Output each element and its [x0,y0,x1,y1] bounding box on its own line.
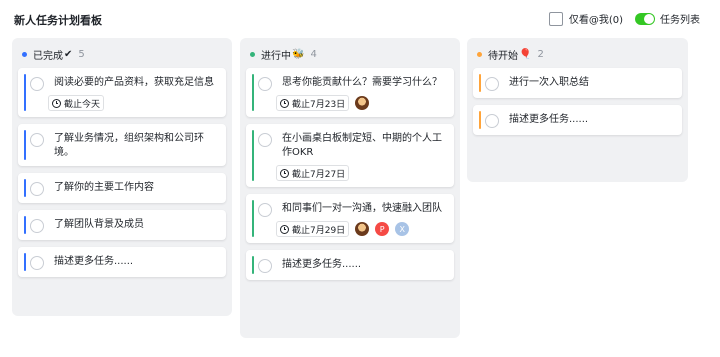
board-title: 新人任务计划看板 [14,14,102,27]
column-done: 已完成 ✔ 5 阅读必要的产品资料，获取充足信息 截止今天 了解业务情况，组织架… [12,38,232,316]
task-card[interactable]: 描述更多任务...... [473,105,682,135]
only-mine-checkbox[interactable] [548,11,563,26]
complete-checkbox[interactable] [258,203,272,217]
column-todo: 待开始 🎈 2 进行一次入职总结 描述更多任务...... [467,38,688,182]
avatar[interactable]: P [375,222,390,236]
task-text: 描述更多任务...... [54,256,134,267]
balloon-icon: 🎈 [519,48,532,60]
task-text: 了解业务情况，组织架构和公司环境。 [54,133,204,158]
column-title: 进行中 [261,50,291,62]
complete-checkbox[interactable] [258,133,272,147]
task-text: 思考你能贡献什么？需要学习什么？ [282,77,442,88]
task-card[interactable]: 描述更多任务...... [18,247,226,277]
task-text: 描述更多任务...... [282,259,362,270]
card-status-bar [24,216,26,234]
due-date-text: 截止7月27日 [292,169,346,180]
status-dot [22,51,27,57]
complete-checkbox[interactable] [485,77,499,91]
task-list-label[interactable]: 任务列表 [660,11,700,26]
column-count: 5 [78,48,85,60]
card-status-bar [24,74,26,111]
due-date-tag[interactable]: 截止7月27日 [276,165,350,181]
complete-checkbox[interactable] [485,114,499,128]
task-meta: 截止今天 [48,95,218,111]
due-date-tag[interactable]: 截止7月23日 [276,95,350,111]
task-card[interactable]: 和同事们一对一沟通，快速融入团队 截止7月29日 P X [246,194,454,243]
task-card[interactable]: 阅读必要的产品资料，获取充足信息 截止今天 [18,68,226,117]
card-status-bar [252,200,254,237]
clock-icon [52,98,61,108]
card-status-bar [24,253,26,271]
column-count: 2 [537,48,544,60]
bee-icon: 🐝 [292,48,305,60]
clock-icon [280,224,289,234]
check-mark-icon: ✔ [64,48,73,60]
card-status-bar [252,74,254,111]
task-card[interactable]: 思考你能贡献什么？需要学习什么？ 截止7月23日 [246,68,454,117]
clock-icon [280,168,289,178]
only-mine-label[interactable]: 仅看@我(0) [569,11,623,26]
card-status-bar [24,130,26,160]
view-controls: 仅看@我(0) 任务列表 [548,11,700,26]
task-card[interactable]: 进行一次入职总结 [473,68,682,98]
clock-icon [280,98,289,108]
status-dot [477,51,482,57]
due-date-text: 截止7月29日 [292,225,346,236]
complete-checkbox[interactable] [30,219,44,233]
task-card[interactable]: 了解你的主要工作内容 [18,173,226,203]
task-text: 了解你的主要工作内容 [54,182,154,193]
due-date-tag[interactable]: 截止今天 [48,95,105,111]
status-dot [250,51,255,57]
card-status-bar [252,256,254,274]
task-text: 了解团队背景及成员 [54,219,144,230]
complete-checkbox[interactable] [30,256,44,270]
complete-checkbox[interactable] [30,182,44,196]
task-text: 在小画桌白板制定短、中期的个人工作OKR [282,133,442,158]
card-status-bar [24,179,26,197]
avatar[interactable] [355,96,370,110]
complete-checkbox[interactable] [258,77,272,91]
task-card[interactable]: 描述更多任务...... [246,250,454,280]
card-status-bar [479,111,481,129]
column-title: 待开始 [488,50,518,62]
column-header-in-progress: 进行中 🐝 4 [250,46,454,62]
due-date-text: 截止7月23日 [292,99,346,110]
task-card[interactable]: 了解团队背景及成员 [18,210,226,240]
card-status-bar [479,74,481,92]
avatar[interactable]: X [395,222,410,236]
column-header-todo: 待开始 🎈 2 [477,46,682,62]
due-date-text: 截止今天 [64,99,101,110]
complete-checkbox[interactable] [30,77,44,91]
task-text: 阅读必要的产品资料，获取充足信息 [54,77,214,88]
task-list-toggle[interactable] [635,12,655,25]
column-header-done: 已完成 ✔ 5 [22,46,226,62]
complete-checkbox[interactable] [258,259,272,273]
task-text: 进行一次入职总结 [509,77,589,88]
task-meta: 截止7月29日 P X [276,221,446,237]
task-meta: 截止7月27日 [276,165,446,181]
task-text: 描述更多任务...... [509,114,589,125]
task-text: 和同事们一对一沟通，快速融入团队 [282,203,442,214]
task-card[interactable]: 在小画桌白板制定短、中期的个人工作OKR 截止7月27日 [246,124,454,187]
task-meta: 截止7月23日 [276,95,446,111]
column-title: 已完成 [33,50,63,62]
card-status-bar [252,130,254,181]
column-in-progress: 进行中 🐝 4 思考你能贡献什么？需要学习什么？ 截止7月23日 在小画桌白板制… [240,38,460,338]
column-count: 4 [310,48,317,60]
due-date-tag[interactable]: 截止7月29日 [276,221,350,237]
avatar[interactable] [355,222,370,236]
complete-checkbox[interactable] [30,133,44,147]
task-card[interactable]: 了解业务情况，组织架构和公司环境。 [18,124,226,166]
